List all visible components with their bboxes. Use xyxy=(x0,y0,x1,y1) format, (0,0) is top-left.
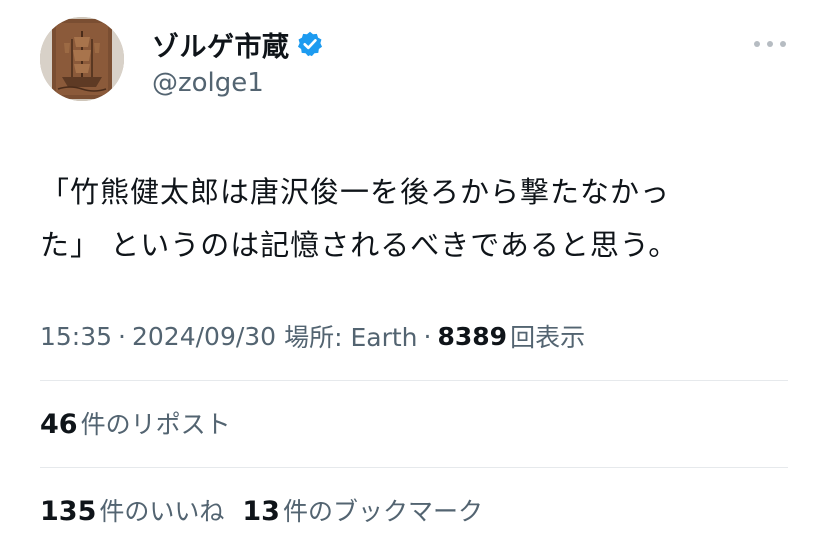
more-dot xyxy=(754,41,760,47)
tweet-location: 場所: Earth xyxy=(284,323,418,352)
more-dot xyxy=(780,41,786,47)
repost-count-link[interactable]: 46 件のリポスト xyxy=(40,405,231,441)
like-count: 135 xyxy=(40,496,97,527)
tweet-meta: 15:35 · 2024/09/30 場所: Earth · 8389 回表示 xyxy=(40,316,585,356)
bookmark-count-link[interactable]: 13 件のブックマーク xyxy=(242,492,483,528)
divider xyxy=(40,380,788,381)
bookmark-label: 件のブックマーク xyxy=(282,497,483,526)
tweet-date[interactable]: 2024/09/30 xyxy=(132,322,276,351)
repost-stats-row[interactable]: 46 件のリポスト xyxy=(40,403,249,443)
tweet-text-line: 「竹熊健太郎は唐沢俊一を後ろから撃たなかっ xyxy=(40,175,671,209)
display-name[interactable]: ゾルゲ市蔵 xyxy=(152,25,290,64)
like-label: 件のいいね xyxy=(99,497,225,526)
avatar[interactable] xyxy=(40,17,124,101)
more-dot xyxy=(767,41,773,47)
tweet-detail: ゾルゲ市蔵 @zolge1 「竹熊健太郎は唐沢俊一を後ろから撃たなかっ た」 と… xyxy=(0,0,828,547)
divider xyxy=(40,467,788,468)
tweet-time[interactable]: 15:35 xyxy=(40,322,112,351)
meta-separator: · xyxy=(118,321,126,351)
more-options-icon[interactable] xyxy=(754,34,786,54)
tweet-text: 「竹熊健太郎は唐沢俊一を後ろから撃たなかっ た」 というのは記憶されるべきである… xyxy=(40,166,780,272)
views-count[interactable]: 8389 xyxy=(437,322,507,351)
meta-separator: · xyxy=(423,321,432,351)
views-label[interactable]: 回表示 xyxy=(510,318,585,354)
engagement-stats-row: 135 件のいいね 13 件のブックマーク xyxy=(40,490,501,530)
repost-label: 件のリポスト xyxy=(80,410,231,439)
bookmark-count: 13 xyxy=(242,496,280,527)
tweet-text-line: た」 というのは記憶されるべきであると思う。 xyxy=(40,228,679,262)
verified-badge-icon[interactable] xyxy=(296,30,324,58)
author-handle[interactable]: @zolge1 xyxy=(152,68,264,98)
like-count-link[interactable]: 135 件のいいね xyxy=(40,492,224,528)
sailing-ship-relief-icon xyxy=(40,17,124,101)
author-name-row[interactable]: ゾルゲ市蔵 xyxy=(152,24,324,64)
repost-count: 46 xyxy=(40,409,78,440)
